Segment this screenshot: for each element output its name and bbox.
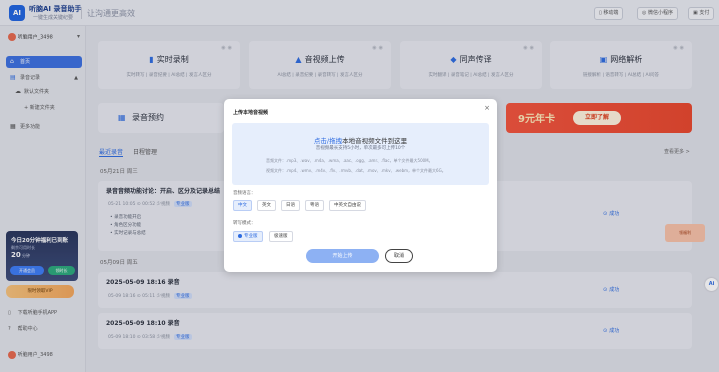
upload-modal: 上传本地音视频 × 点击/拖拽本地音视频文件到这里 音视频最长支持5小时，单次最… bbox=[224, 99, 497, 272]
mode-label: 转写模式： bbox=[233, 221, 256, 226]
click-drag-link[interactable]: 点击/拖拽 bbox=[314, 137, 342, 145]
drop-text: 本地音视频文件到这里 bbox=[342, 137, 408, 145]
upload-drop-zone[interactable]: 点击/拖拽本地音视频文件到这里 音视频最长支持5小时，单次最多可上传10个 音频… bbox=[232, 123, 489, 185]
close-icon[interactable]: × bbox=[484, 104, 490, 112]
language-option-cantonese[interactable]: 粤语 bbox=[305, 200, 324, 211]
mode-option-fast[interactable]: 极速版 bbox=[269, 231, 293, 242]
modal-title: 上传本地音视频 bbox=[233, 110, 269, 116]
language-label: 音频语言： bbox=[233, 191, 256, 196]
start-upload-button[interactable]: 开始上传 bbox=[306, 249, 379, 263]
language-option-mixed[interactable]: 中英文自由说 bbox=[329, 200, 366, 211]
video-formats: 视频文件：.mp4、.wmv、.m4v、.flv、.rmvb、.dat、.mov… bbox=[266, 168, 446, 173]
radio-selected-icon bbox=[238, 233, 242, 238]
drop-sub: 音视频最长支持5小时，单次最多可上传10个 bbox=[315, 146, 406, 151]
language-option-japanese[interactable]: 日语 bbox=[281, 200, 300, 211]
mode-option-professional[interactable]: 专业版 bbox=[233, 231, 263, 242]
cancel-button[interactable]: 取消 bbox=[385, 249, 413, 263]
audio-formats: 音频文件：.mp3、.wav、.m4a、.wma、.aac、.ogg、.amr、… bbox=[266, 158, 433, 163]
language-option-english[interactable]: 英文 bbox=[257, 200, 276, 211]
language-option-chinese[interactable]: 中文 bbox=[233, 200, 252, 211]
